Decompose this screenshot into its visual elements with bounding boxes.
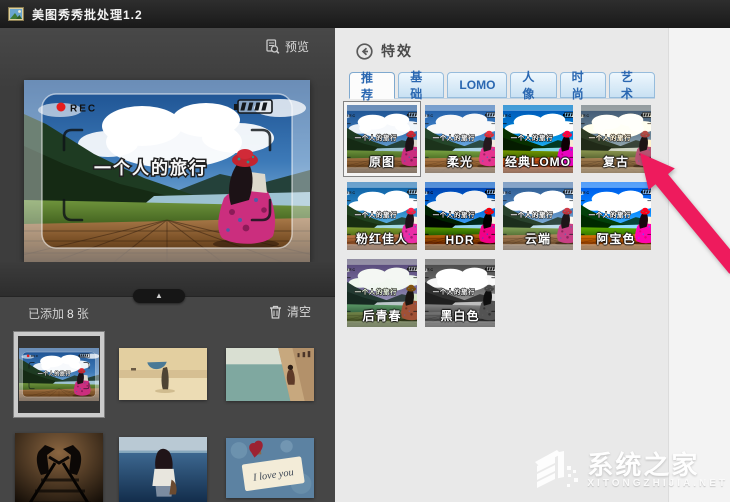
queue-thumb-beach-umbrella[interactable] [119, 348, 207, 400]
effects-header: 特效 [356, 41, 413, 61]
tab-basic[interactable]: 基础 [398, 70, 445, 101]
effect-tile-abao-color[interactable]: 阿宝色 [581, 182, 651, 250]
collapse-arrow-icon: ▲ [155, 291, 163, 300]
effect-tile-classic-lomo[interactable]: 经典LOMO [503, 105, 573, 173]
added-prefix: 已添加 [28, 307, 65, 321]
added-count: 8 [67, 307, 74, 321]
preview-magnifier-icon [266, 39, 280, 54]
queue-thumb-selected[interactable] [14, 332, 104, 417]
effects-panel: 特效 推荐 基础 LOMO 人像 时尚 艺术 原图 柔光 经典LOMO 复古 粉… [335, 28, 730, 502]
tab-label: 人像 [522, 70, 535, 101]
xitongzhijia-logo [535, 450, 579, 488]
tab-label: 基础 [410, 70, 423, 101]
trash-icon [269, 305, 281, 319]
effect-label: 原图 [368, 155, 395, 169]
app-icon [8, 7, 24, 21]
clear-button-label: 清空 [286, 305, 311, 319]
preview-button[interactable]: 预览 [265, 38, 309, 55]
preview-button-label: 预览 [284, 40, 309, 54]
effect-label: 云端 [524, 232, 551, 246]
tab-label: 时尚 [571, 70, 584, 101]
effect-tile-post-youth[interactable]: 后青春 [347, 259, 417, 327]
tab-art[interactable]: 艺术 [608, 70, 656, 101]
clear-queue-button[interactable]: 清空 [269, 303, 311, 320]
tab-fashion[interactable]: 时尚 [559, 70, 606, 101]
tab-portrait[interactable]: 人像 [510, 70, 557, 101]
effect-label: 阿宝色 [596, 232, 636, 246]
tab-label: 推荐 [361, 70, 374, 102]
left-panel: 预览 ▲ 已添加 8 张 清空 [0, 28, 335, 502]
effect-tile-pink-lady[interactable]: 粉红佳人 [347, 182, 417, 250]
effect-label: 柔光 [446, 155, 473, 169]
back-button[interactable] [356, 42, 373, 60]
window-titlebar[interactable]: 美图秀秀批处理1.2 [0, 0, 730, 28]
queue-thumb-sea-girl[interactable] [119, 437, 207, 502]
effect-tile-vintage[interactable]: 复古 [581, 105, 651, 173]
effect-tile-soft-light[interactable]: 柔光 [425, 105, 495, 173]
effect-tile-cloud[interactable]: 云端 [503, 182, 573, 250]
effect-tile-black-white[interactable]: 黑白色 [425, 259, 495, 327]
effect-label: 复古 [602, 155, 629, 169]
effects-grid: 原图 柔光 经典LOMO 复古 粉红佳人 HDR 云端 阿宝色 后青春 黑白色 [344, 102, 653, 327]
queue-header-row: 已添加 8 张 清空 [0, 303, 335, 323]
queue-thumb-railroad[interactable] [15, 433, 103, 502]
tab-recommended[interactable]: 推荐 [349, 71, 396, 102]
effect-tile-hdr[interactable]: HDR [425, 182, 495, 250]
tab-lomo[interactable]: LOMO [447, 72, 508, 98]
effect-label: HDR [445, 233, 475, 247]
window-title: 美图秀秀批处理1.2 [32, 7, 143, 22]
thumb-girl-on-boardwalk [19, 348, 99, 401]
effect-label: 粉红佳人 [355, 232, 408, 246]
effect-label: 后青春 [362, 309, 402, 323]
preview-photo [24, 80, 310, 262]
queue-thumb-love-note[interactable] [226, 438, 314, 498]
effect-label: 经典LOMO [505, 155, 571, 169]
effect-label: 黑白色 [440, 309, 480, 323]
added-count-label: 已添加 8 张 [28, 305, 89, 322]
queue-thumb-pier[interactable] [226, 348, 314, 401]
effect-tile-original[interactable]: 原图 [344, 102, 420, 176]
tab-label: 艺术 [620, 70, 633, 101]
photo-queue-panel: ▲ 已添加 8 张 清空 [0, 289, 335, 502]
added-suffix: 张 [76, 307, 89, 321]
collapse-queue-button[interactable]: ▲ [133, 289, 185, 303]
effects-panel-title: 特效 [381, 43, 413, 59]
tab-label: LOMO [459, 78, 496, 92]
panel-right-margin [668, 28, 730, 502]
app-window: 美图秀秀批处理1.2 预览 ▲ 已添加 8 张 清空 特效 推荐 基础 LOMO… [0, 0, 730, 502]
effects-tabs: 推荐 基础 LOMO 人像 时尚 艺术 [349, 70, 656, 102]
